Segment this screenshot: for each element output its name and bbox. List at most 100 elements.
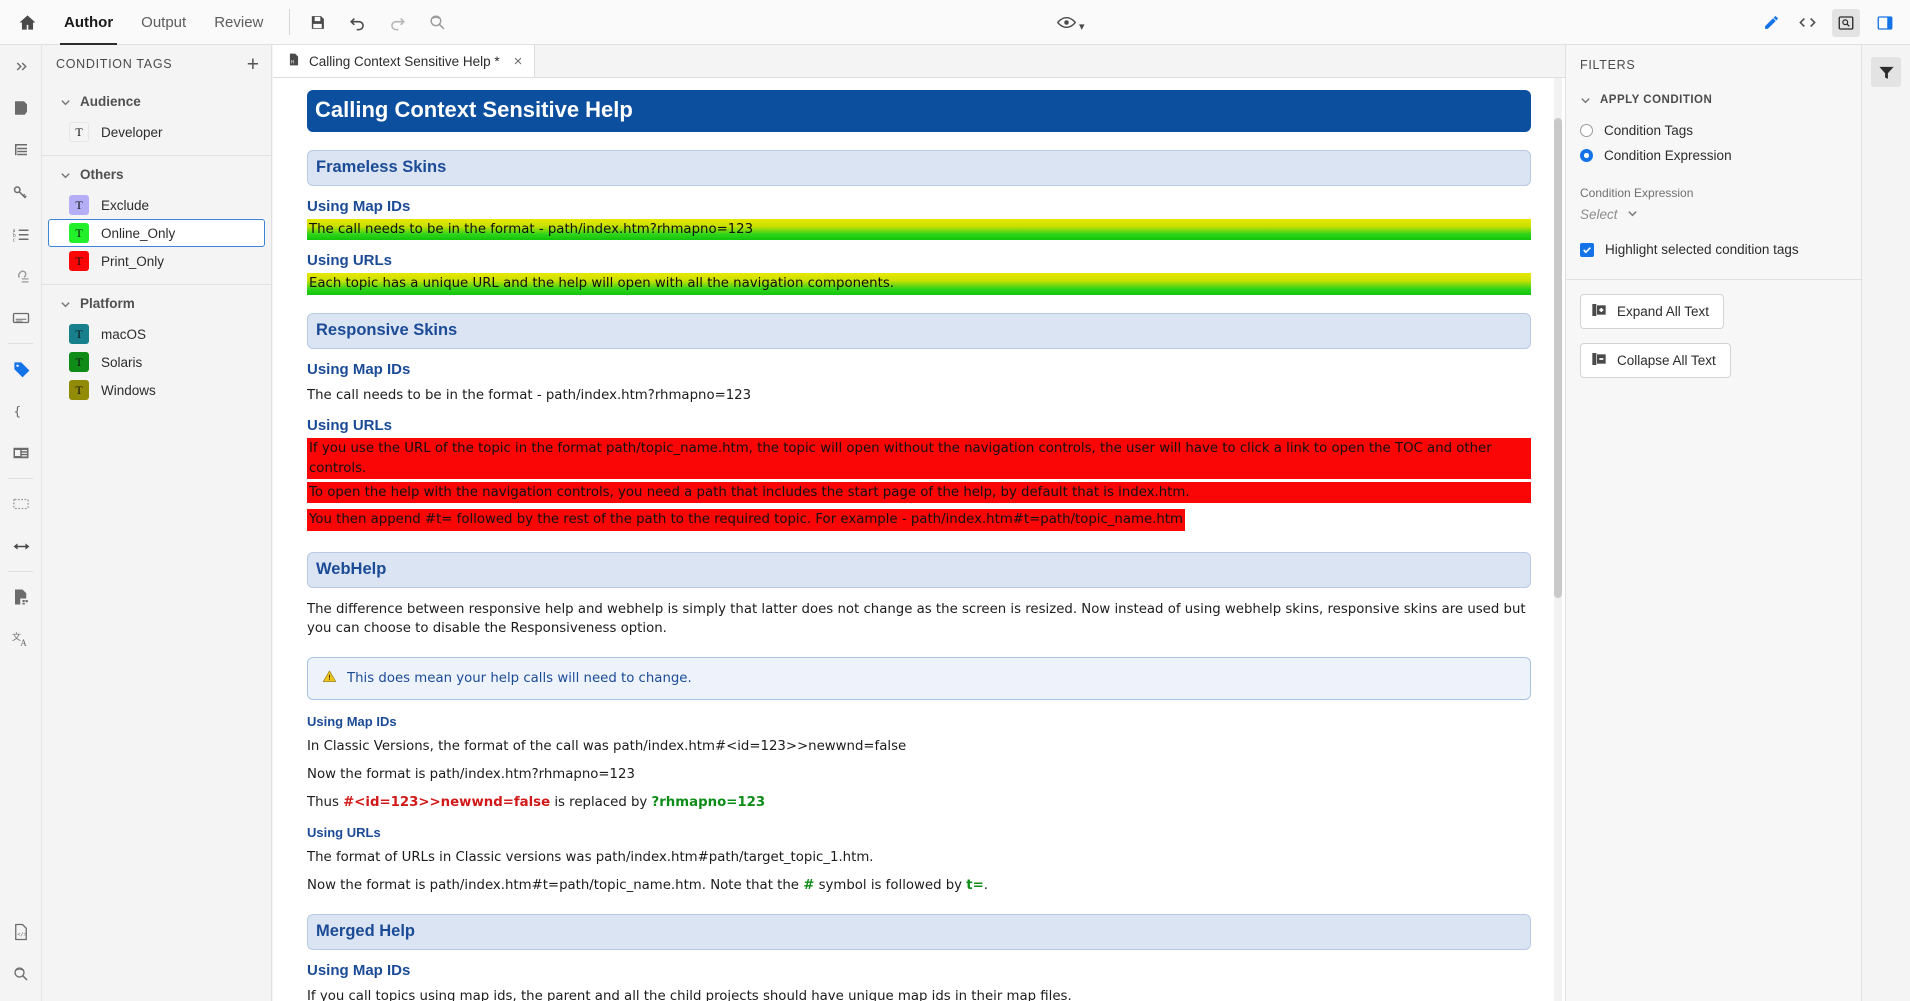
toggle-right-panel-icon[interactable] [1874,12,1896,34]
condition-tag-developer[interactable]: T Developer [48,118,265,146]
undo-icon[interactable] [346,11,368,33]
section-heading-webhelp: WebHelp [307,551,1531,588]
document-tab[interactable]: H Calling Context Sensitive Help * × [273,45,536,77]
sidebar-item-glossary[interactable]: abc [0,213,42,255]
toolbar-actions [306,11,448,33]
tag-swatch-icon: T [69,324,89,344]
group-header-platform[interactable]: Platform [42,285,271,320]
sidebar-item-master-pages[interactable] [0,432,42,474]
preview-panel-icon[interactable] [1832,8,1860,37]
text-now-format: Now the format is path/index.htm#t=path/… [307,878,804,894]
radio-condition-expression[interactable]: Condition Expression [1566,143,1861,168]
funnel-icon[interactable] [1871,57,1901,87]
filters-panel: FILTERS APPLY CONDITION Condition Tags C… [1565,45,1862,1001]
sidebar-item-link[interactable] [0,255,42,297]
condition-tag-online-only[interactable]: T Online_Only [48,219,265,247]
preview-eye-icon[interactable] [1055,12,1077,34]
expand-chevrons-icon[interactable] [0,45,42,87]
page-title: Calling Context Sensitive Help [307,90,1531,132]
tag-label: Online_Only [101,225,176,241]
subheading-using-map-ids-2: Using Map IDs [307,360,411,378]
paragraph-new-mapid-format: Now the format is path/index.htm?rhmapno… [307,767,635,783]
chevron-down-icon [60,298,71,309]
svg-text:c: c [13,238,16,244]
code-new-mapid: ?rhmapno=123 [651,795,766,811]
edit-pencil-icon[interactable] [1760,12,1782,34]
panel-title: CONDITION TAGS [56,57,173,71]
editor-area: H Calling Context Sensitive Help * × Cal… [273,45,1565,1001]
top-tab-author[interactable]: Author [50,0,127,45]
preview-dropdown-caret[interactable]: ▾ [1079,20,1085,33]
svg-text:A: A [20,638,27,648]
save-icon[interactable] [306,11,328,33]
sidebar-item-report[interactable] [0,576,42,618]
condition-tags-header: CONDITION TAGS + [42,45,271,83]
source-file-icon[interactable]: </> [0,911,42,953]
add-condition-tag-button[interactable]: + [247,54,259,75]
sidebar-item-index[interactable] [0,297,42,339]
scrollbar-thumb[interactable] [1554,118,1562,598]
sidebar-item-condition-tags[interactable] [0,348,42,390]
tag-label: Solaris [101,354,143,370]
home-icon[interactable] [14,9,40,35]
preview-tool-group: ▾ [1055,0,1085,45]
chevron-down-icon[interactable] [1627,207,1638,222]
tag-label: Developer [101,124,163,140]
find-replace-icon[interactable] [426,11,448,33]
collapse-all-text-button[interactable]: Collapse All Text [1580,343,1731,378]
radio-condition-tags[interactable]: Condition Tags [1566,118,1861,143]
top-tab-output[interactable]: Output [127,0,200,45]
subheading-using-urls-3: Using URLs [307,825,381,841]
top-toolbar: Author Output Review ▾ [0,0,1910,45]
collapse-icon [1591,351,1607,370]
tag-swatch-icon: T [69,352,89,372]
expand-all-text-button[interactable]: Expand All Text [1580,294,1725,329]
condition-expression-select[interactable]: Select [1566,204,1861,222]
group-header-others[interactable]: Others [42,156,271,191]
radio-button-selected-icon[interactable] [1580,149,1593,162]
tag-swatch-icon: T [69,122,89,142]
section-heading-frameless-skins: Frameless Skins [307,150,1531,186]
group-header-audience[interactable]: Audience [42,83,271,118]
radio-label: Condition Tags [1604,123,1694,138]
sidebar-item-contents[interactable] [0,87,42,129]
subheading-using-urls-1: Using URLs [307,252,393,270]
sidebar-item-snippets[interactable] [0,483,42,525]
apply-condition-label: APPLY CONDITION [1600,94,1713,106]
sidebar-item-variables[interactable]: { } [0,390,42,432]
subheading-using-urls-2: Using URLs [307,417,393,435]
condition-tag-exclude[interactable]: T Exclude [48,191,265,219]
condition-tag-print-only[interactable]: T Print_Only [48,247,265,275]
svg-text:H: H [291,60,294,66]
code-view-icon[interactable] [1796,12,1818,34]
highlighted-paragraph-red-2: To open the help with the navigation con… [307,482,1531,504]
radio-button-icon[interactable] [1580,124,1593,137]
chevron-down-icon [60,169,71,180]
sidebar-item-translate[interactable]: 文A [0,618,42,660]
sidebar-item-outline[interactable] [0,129,42,171]
sidebar-item-cross-reference[interactable] [0,525,42,567]
find-icon[interactable] [0,953,42,995]
redo-icon[interactable] [386,11,408,33]
highlighted-paragraph-green-2: Each topic has a unique URL and the help… [307,273,1531,295]
checkbox-checked-icon[interactable] [1580,242,1594,257]
apply-condition-group-header[interactable]: APPLY CONDITION [1566,72,1861,118]
group-label: Others [80,167,124,182]
text-period: . [983,878,989,894]
tag-label: Windows [101,382,156,398]
condition-tag-macos[interactable]: T macOS [48,320,265,348]
document-canvas[interactable]: Calling Context Sensitive Help Frameless… [273,78,1565,1001]
checkbox-label: Highlight selected condition tags [1605,242,1799,257]
condition-tag-windows[interactable]: T Windows [48,376,265,404]
highlight-condition-tags-checkbox[interactable]: Highlight selected condition tags [1566,222,1861,257]
highlighted-paragraph-red-1: If you use the URL of the topic in the f… [307,438,1531,479]
view-mode-group [1760,0,1902,45]
condition-tag-solaris[interactable]: T Solaris [48,348,265,376]
top-tab-group: Author Output Review [50,0,277,45]
rail-bottom-group: </> [0,911,42,995]
tag-swatch-icon: T [69,251,89,271]
top-tab-review[interactable]: Review [200,0,277,45]
close-icon[interactable]: × [514,53,523,70]
chevron-down-icon [1580,95,1591,106]
sidebar-item-keys[interactable] [0,171,42,213]
